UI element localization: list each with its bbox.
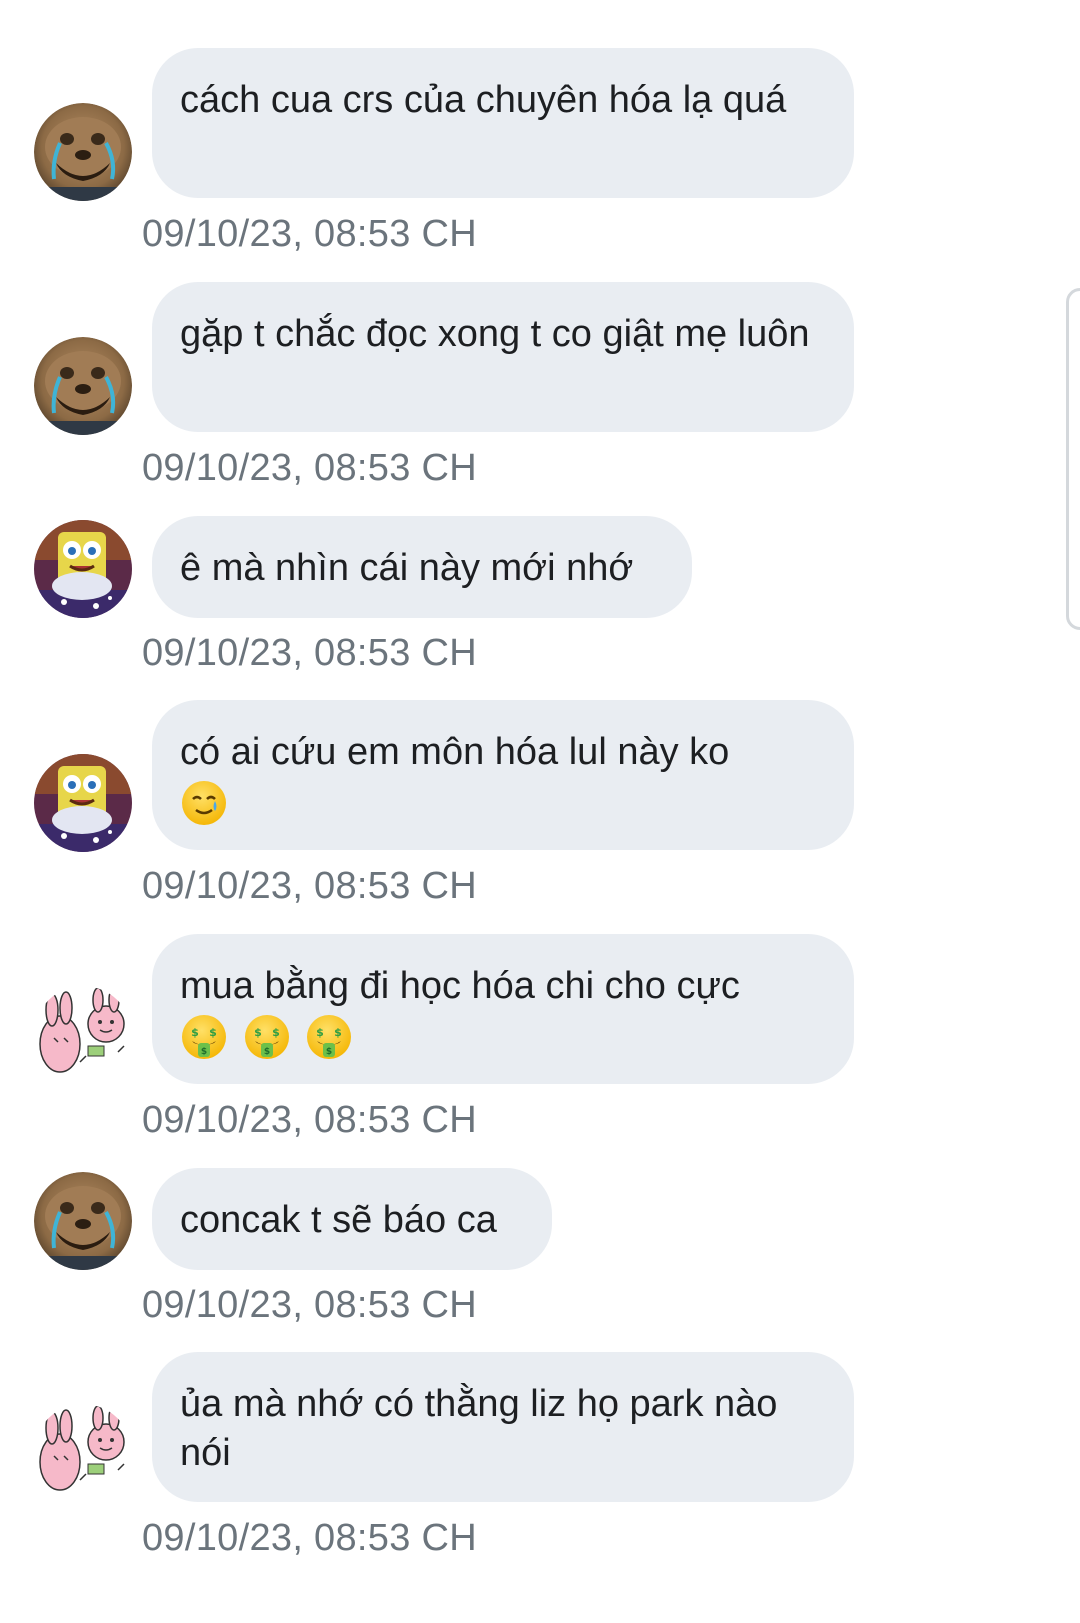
message-bubble[interactable]: cách cua crs của chuyên hóa lạ quá xyxy=(152,48,854,198)
message-bubble[interactable]: gặp t chắc đọc xong t co giật mẹ luôn xyxy=(152,282,854,432)
message-text: ê mà nhìn cái này mới nhớ xyxy=(180,547,634,589)
crying-dog-avatar[interactable] xyxy=(34,1172,132,1270)
message-text: concak t sẽ báo ca xyxy=(180,1199,497,1241)
money-mouth-face-emoji xyxy=(180,1013,228,1061)
message-timestamp: 09/10/23, 08:53 CH xyxy=(142,1517,477,1559)
message-text: ủa mà nhớ có thằng liz họ park nào nói xyxy=(180,1383,778,1474)
message-bubble[interactable]: mua bằng đi học hóa chi cho cực xyxy=(152,934,854,1084)
money-mouth-face-emoji xyxy=(305,1013,353,1061)
scrollbar-handle[interactable] xyxy=(1066,288,1080,630)
message-timestamp: 09/10/23, 08:53 CH xyxy=(142,865,477,907)
chat-thread: cách cua crs của chuyên hóa lạ quá 09/10… xyxy=(0,0,1080,1623)
crying-sponge-avatar[interactable] xyxy=(34,754,132,852)
pink-bunny-sketch-avatar[interactable] xyxy=(34,986,132,1084)
message-bubble[interactable]: concak t sẽ báo ca xyxy=(152,1168,552,1270)
message-bubble[interactable]: ủa mà nhớ có thằng liz họ park nào nói xyxy=(152,1352,854,1502)
message-bubble[interactable]: ê mà nhìn cái này mới nhớ xyxy=(152,516,692,618)
message-timestamp: 09/10/23, 08:53 CH xyxy=(142,1284,477,1326)
emoji-row xyxy=(180,779,818,829)
message-text: gặp t chắc đọc xong t co giật mẹ luôn xyxy=(180,313,810,355)
message-timestamp: 09/10/23, 08:53 CH xyxy=(142,213,477,255)
money-mouth-face-emoji xyxy=(243,1013,291,1061)
emoji-row xyxy=(180,1013,818,1063)
crying-dog-avatar[interactable] xyxy=(34,103,132,201)
crying-dog-avatar[interactable] xyxy=(34,337,132,435)
message-timestamp: 09/10/23, 08:53 CH xyxy=(142,632,477,674)
message-text: có ai cứu em môn hóa lul này ko xyxy=(180,731,730,773)
smiling-face-with-tear-emoji xyxy=(180,779,228,827)
pink-bunny-sketch-avatar[interactable] xyxy=(34,1404,132,1502)
crying-sponge-avatar[interactable] xyxy=(34,520,132,618)
message-bubble[interactable]: có ai cứu em môn hóa lul này ko xyxy=(152,700,854,850)
message-text: mua bằng đi học hóa chi cho cực xyxy=(180,965,740,1007)
message-timestamp: 09/10/23, 08:53 CH xyxy=(142,1099,477,1141)
message-text: cách cua crs của chuyên hóa lạ quá xyxy=(180,79,787,121)
message-timestamp: 09/10/23, 08:53 CH xyxy=(142,447,477,489)
